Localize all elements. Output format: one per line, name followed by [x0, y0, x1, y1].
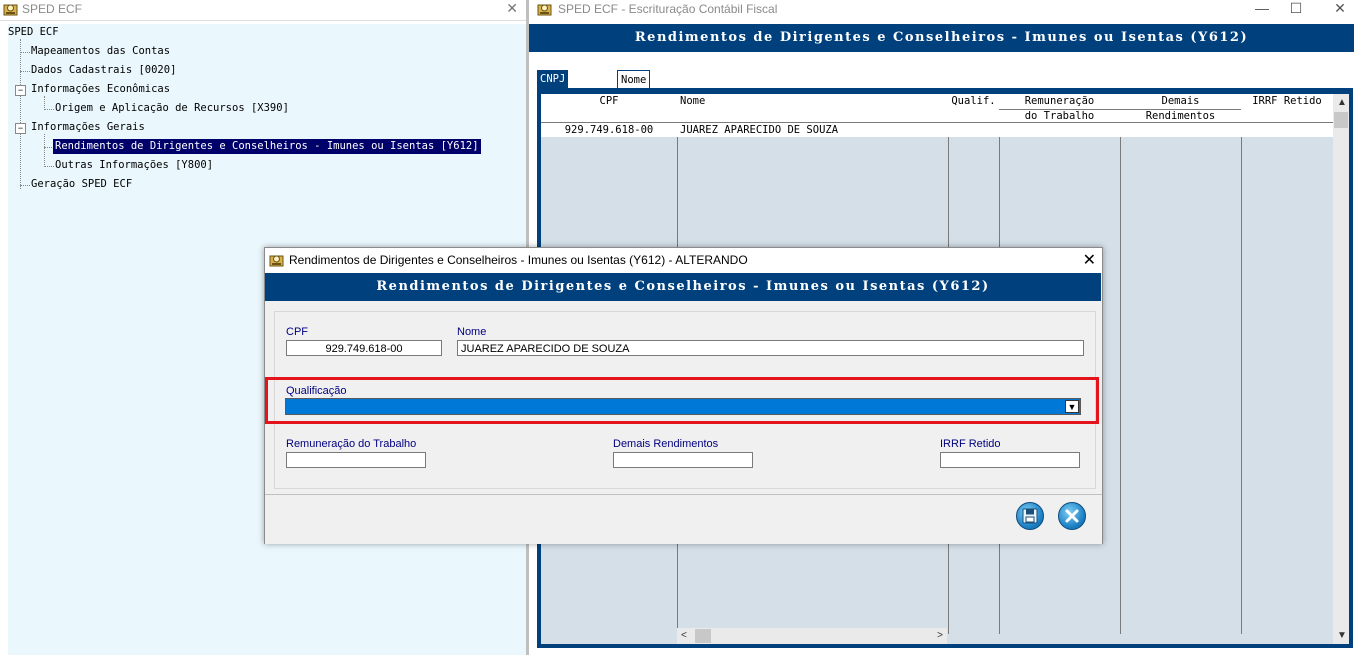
column-header-qualif[interactable]: Qualif. [948, 94, 1000, 123]
tree-item-origem-aplicacao[interactable]: Origem e Aplicação de Recursos [X390] [55, 101, 289, 116]
remuneracao-field[interactable] [286, 452, 426, 468]
remuneracao-label: Remuneração do Trabalho [286, 438, 417, 450]
tab-cnpj-cpf[interactable]: CNPJ / CPF [537, 70, 569, 121]
nome-field[interactable]: JUAREZ APARECIDO DE SOUZA [457, 340, 1084, 356]
app-icon [537, 4, 552, 16]
cpf-label: CPF [286, 326, 308, 338]
highlight-box [265, 377, 1099, 424]
left-titlebar: SPED ECF ✕ [0, 0, 526, 21]
cell-remuneracao [999, 123, 1121, 137]
tree-item-rendimentos-y612[interactable]: Rendimentos de Dirigentes e Conselheiros… [53, 139, 481, 154]
save-icon [1022, 508, 1038, 524]
close-icon[interactable]: ✕ [506, 0, 518, 17]
cell-irrf [1241, 123, 1334, 137]
cell-cpf: 929.749.618-00 [541, 123, 678, 137]
close-icon[interactable]: ✕ [1083, 250, 1096, 270]
cpf-field[interactable]: 929.749.618-00 [286, 340, 442, 356]
vertical-scrollbar[interactable]: ▲ ▼ [1333, 94, 1349, 644]
cell-qualif [948, 123, 1000, 137]
minimize-icon[interactable]: — [1252, 0, 1272, 16]
left-window-title: SPED ECF [22, 2, 83, 16]
dialog-footer [265, 494, 1102, 544]
save-button[interactable] [1016, 502, 1044, 530]
tree-item-dados-cadastrais[interactable]: Dados Cadastrais [0020] [31, 63, 176, 78]
edit-dialog: Rendimentos de Dirigentes e Conselheiros… [264, 247, 1103, 544]
tree-item-informacoes-economicas[interactable]: Informações Econômicas [31, 82, 170, 97]
right-titlebar: SPED ECF - Escrituração Contábil Fiscal … [529, 0, 1354, 22]
nome-label: Nome [457, 326, 487, 338]
scroll-thumb[interactable] [695, 629, 711, 643]
close-icon[interactable]: ✕ [1330, 0, 1350, 17]
scroll-right-icon[interactable]: > [937, 630, 943, 641]
maximize-icon[interactable]: ☐ [1286, 0, 1306, 17]
collapse-icon[interactable]: − [15, 85, 26, 96]
app-icon [269, 255, 284, 267]
app-icon [3, 4, 18, 16]
horizontal-scrollbar[interactable]: < > [677, 628, 947, 644]
dialog-titlebar: Rendimentos de Dirigentes e Conselheiros… [265, 248, 1102, 273]
close-icon [1065, 509, 1079, 523]
irrf-field[interactable] [940, 452, 1080, 468]
tab-nome[interactable]: Nome [617, 70, 651, 89]
column-header-remuneracao[interactable]: Remuneração do Trabalho [999, 94, 1121, 123]
tree-item-outras-informacoes[interactable]: Outras Informações [Y800] [55, 158, 213, 173]
tree-item-mapeamentos[interactable]: Mapeamentos das Contas [31, 44, 170, 59]
scroll-up-icon[interactable]: ▲ [1337, 97, 1347, 108]
main-window-title: SPED ECF - Escrituração Contábil Fiscal [558, 2, 778, 16]
collapse-icon[interactable]: − [15, 123, 26, 134]
column-header-demais[interactable]: Demais Rendimentos [1120, 94, 1242, 123]
demais-rendimentos-label: Demais Rendimentos [613, 438, 719, 450]
scroll-thumb[interactable] [1334, 112, 1348, 128]
dialog-title: Rendimentos de Dirigentes e Conselheiros… [289, 253, 748, 267]
scroll-down-icon[interactable]: ▼ [1337, 630, 1347, 641]
cancel-button[interactable] [1058, 502, 1086, 530]
irrf-label: IRRF Retido [940, 438, 1001, 450]
tree-root[interactable]: SPED ECF [8, 25, 59, 40]
tree-item-informacoes-gerais[interactable]: Informações Gerais [31, 120, 145, 135]
tree-item-geracao-sped[interactable]: Geração SPED ECF [31, 177, 132, 192]
column-header-nome[interactable]: Nome [677, 94, 949, 123]
cell-nome: JUAREZ APARECIDO DE SOUZA [677, 123, 949, 137]
page-title: Rendimentos de Dirigentes e Conselheiros… [529, 24, 1354, 52]
demais-rendimentos-field[interactable] [613, 452, 753, 468]
column-header-cpf[interactable]: CPF [541, 94, 678, 123]
column-header-irrf[interactable]: IRRF Retido [1241, 94, 1334, 123]
cell-demais [1120, 123, 1242, 137]
scroll-left-icon[interactable]: < [681, 630, 687, 641]
dialog-header: Rendimentos de Dirigentes e Conselheiros… [265, 273, 1101, 301]
